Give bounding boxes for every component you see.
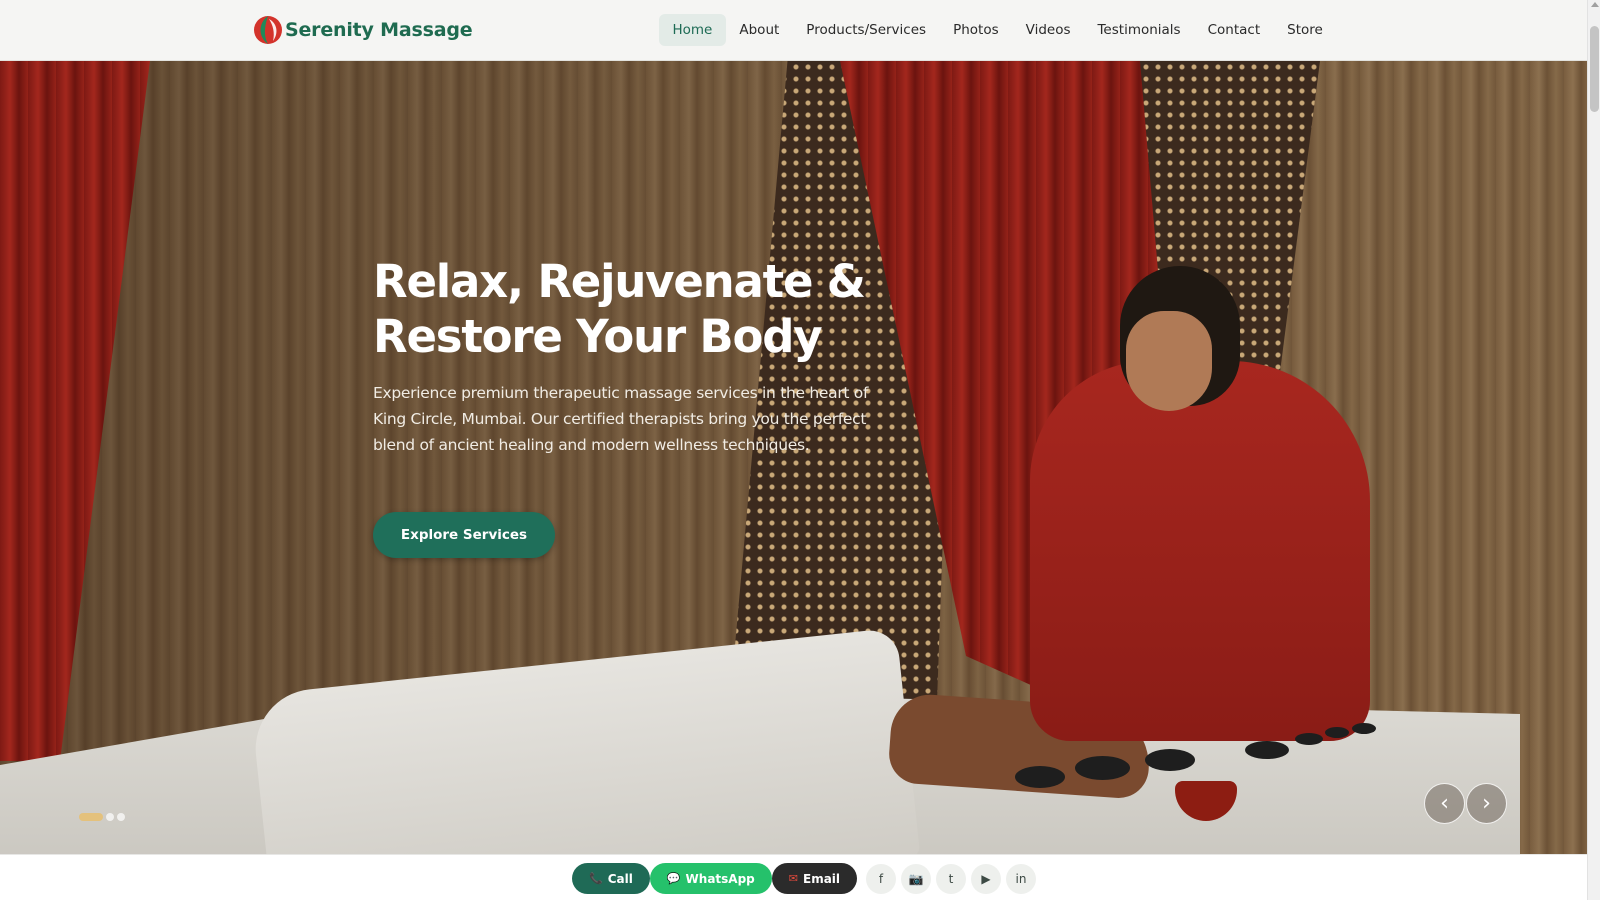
hero-description: Experience premium therapeutic massage s… xyxy=(373,384,869,454)
hot-stone xyxy=(1295,733,1323,745)
nav-about[interactable]: About xyxy=(726,14,793,46)
slide-dot[interactable] xyxy=(106,813,114,821)
next-slide-button[interactable]: › xyxy=(1466,783,1507,824)
youtube-icon[interactable]: ▶ xyxy=(971,863,1002,894)
therapist xyxy=(1030,361,1370,741)
hot-stone xyxy=(1015,766,1065,788)
brand-logo[interactable]: Serenity Massage xyxy=(253,14,473,46)
twitter-icon[interactable]: t xyxy=(936,863,967,894)
towel xyxy=(249,627,921,854)
scroll-up-arrow-icon[interactable] xyxy=(1591,2,1599,7)
call-button[interactable]: 📞 Call xyxy=(572,863,650,894)
hot-stone xyxy=(1075,756,1130,780)
leaf-swirl-icon xyxy=(253,15,283,45)
explore-services-button[interactable]: Explore Services xyxy=(373,512,555,558)
email-button[interactable]: ✉ Email xyxy=(771,863,858,894)
email-label: Email xyxy=(803,871,841,886)
slide-indicators xyxy=(79,813,125,821)
prev-slide-button[interactable]: ‹ xyxy=(1424,783,1465,824)
whatsapp-button[interactable]: 💬 WhatsApp xyxy=(649,863,772,894)
nav-videos[interactable]: Videos xyxy=(1012,14,1084,46)
phone-icon: 📞 xyxy=(589,872,603,885)
instagram-icon[interactable]: 📷 xyxy=(901,863,932,894)
contact-bar: 📞 Call 💬 WhatsApp ✉ Email f 📷 t ▶ in xyxy=(0,854,1587,900)
linkedin-icon[interactable]: in xyxy=(1006,863,1037,894)
nav-home[interactable]: Home xyxy=(659,14,726,46)
brand-name: Serenity Massage xyxy=(285,19,473,41)
page-scrollbar[interactable] xyxy=(1587,0,1600,900)
envelope-icon: ✉ xyxy=(788,872,798,885)
hot-stone xyxy=(1325,727,1349,738)
nav-testimonials[interactable]: Testimonials xyxy=(1084,14,1194,46)
slide-dot-active[interactable] xyxy=(79,813,103,821)
hero-title: Relax, Rejuvenate & Restore Your Body xyxy=(373,254,893,364)
contact-actions: 📞 Call 💬 WhatsApp ✉ Email f 📷 t ▶ in xyxy=(572,863,1037,894)
call-label: Call xyxy=(607,871,633,886)
scroll-thumb[interactable] xyxy=(1590,26,1599,112)
nav-store[interactable]: Store xyxy=(1274,14,1337,46)
main-nav: Home About Products/Services Photos Vide… xyxy=(659,14,1336,46)
hero-title-line-2: Restore Your Body xyxy=(373,310,823,363)
slide-dot[interactable] xyxy=(117,813,125,821)
whatsapp-label: WhatsApp xyxy=(685,871,755,886)
hot-stone xyxy=(1352,723,1376,734)
hero-title-line-1: Relax, Rejuvenate & xyxy=(373,255,866,308)
left-curtain xyxy=(0,61,150,761)
chat-bubble-icon: 💬 xyxy=(666,872,681,885)
facebook-icon[interactable]: f xyxy=(866,863,897,894)
nav-photos[interactable]: Photos xyxy=(940,14,1013,46)
hot-stone xyxy=(1245,741,1289,759)
hot-stone xyxy=(1145,749,1195,771)
chevron-right-icon: › xyxy=(1482,791,1491,816)
chevron-left-icon: ‹ xyxy=(1440,791,1449,816)
site-header: Serenity Massage Home About Products/Ser… xyxy=(0,0,1587,61)
therapist-face xyxy=(1126,311,1212,411)
nav-contact[interactable]: Contact xyxy=(1194,14,1274,46)
hero-slider: Relax, Rejuvenate & Restore Your Body Ex… xyxy=(0,61,1587,854)
nav-products-services[interactable]: Products/Services xyxy=(793,14,940,46)
